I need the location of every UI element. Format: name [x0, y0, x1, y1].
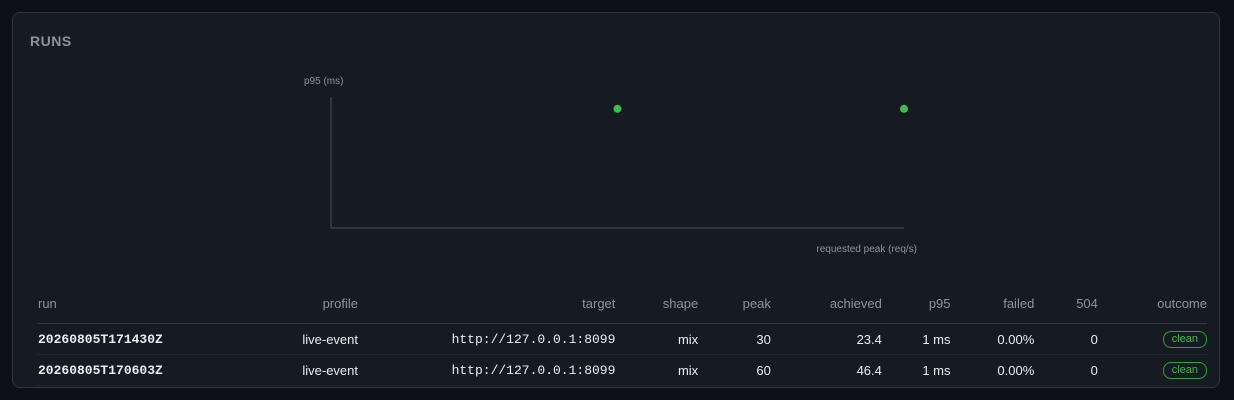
col-outcome: outcome [1097, 291, 1207, 324]
col-achieved: achieved [770, 291, 882, 324]
col-shape: shape [615, 291, 699, 324]
outcome-cell: clean [1097, 323, 1207, 355]
col-peak: peak [698, 291, 771, 324]
data-point[interactable] [613, 104, 622, 113]
data-points [613, 104, 908, 113]
peak-cell: 30 [698, 323, 771, 355]
y-axis-label: p95 (ms) [304, 76, 343, 87]
target-cell: http://127.0.0.1:8099 [358, 354, 616, 386]
profile-cell: live-event [199, 323, 358, 355]
peak-cell: 60 [698, 354, 771, 386]
col-run: run [37, 291, 200, 324]
p95-scatter-chart: p95 (ms) requested peak (req/s) [304, 76, 917, 255]
run-id: 20260805T170603Z [37, 354, 200, 386]
col-target: target [358, 291, 616, 324]
failed-cell: 0.00% [950, 354, 1035, 386]
table-header-row: run profile target shape peak achieved p… [37, 291, 1207, 324]
col-failed: failed [950, 291, 1035, 324]
failed-cell: 0.00% [950, 323, 1035, 355]
runs-panel: RUNS p95 (ms) requested peak (req/s) run… [12, 12, 1220, 388]
target-cell: http://127.0.0.1:8099 [358, 323, 616, 355]
r504-cell: 0 [1034, 323, 1098, 355]
achieved-cell: 46.4 [770, 354, 882, 386]
col-504: 504 [1034, 291, 1098, 324]
achieved-cell: 23.4 [770, 323, 882, 355]
shape-cell: mix [615, 354, 699, 386]
col-p95: p95 [881, 291, 951, 324]
run-id: 20260805T171430Z [37, 323, 200, 355]
p95-cell: 1 ms [881, 354, 951, 386]
table-row[interactable]: 20260805T171430Z live-event http://127.0… [37, 323, 1207, 355]
outcome-badge: clean [1162, 331, 1207, 348]
data-point[interactable] [900, 104, 908, 113]
col-profile: profile [199, 291, 358, 324]
r504-cell: 0 [1034, 354, 1098, 386]
runs-table: run profile target shape peak achieved p… [37, 291, 1207, 386]
p95-cell: 1 ms [881, 323, 951, 355]
x-axis-label: requested peak (req/s) [816, 244, 917, 255]
outcome-cell: clean [1097, 354, 1207, 386]
shape-cell: mix [615, 323, 699, 355]
outcome-badge: clean [1162, 362, 1207, 379]
table-row[interactable]: 20260805T170603Z live-event http://127.0… [37, 354, 1207, 386]
profile-cell: live-event [199, 354, 358, 386]
